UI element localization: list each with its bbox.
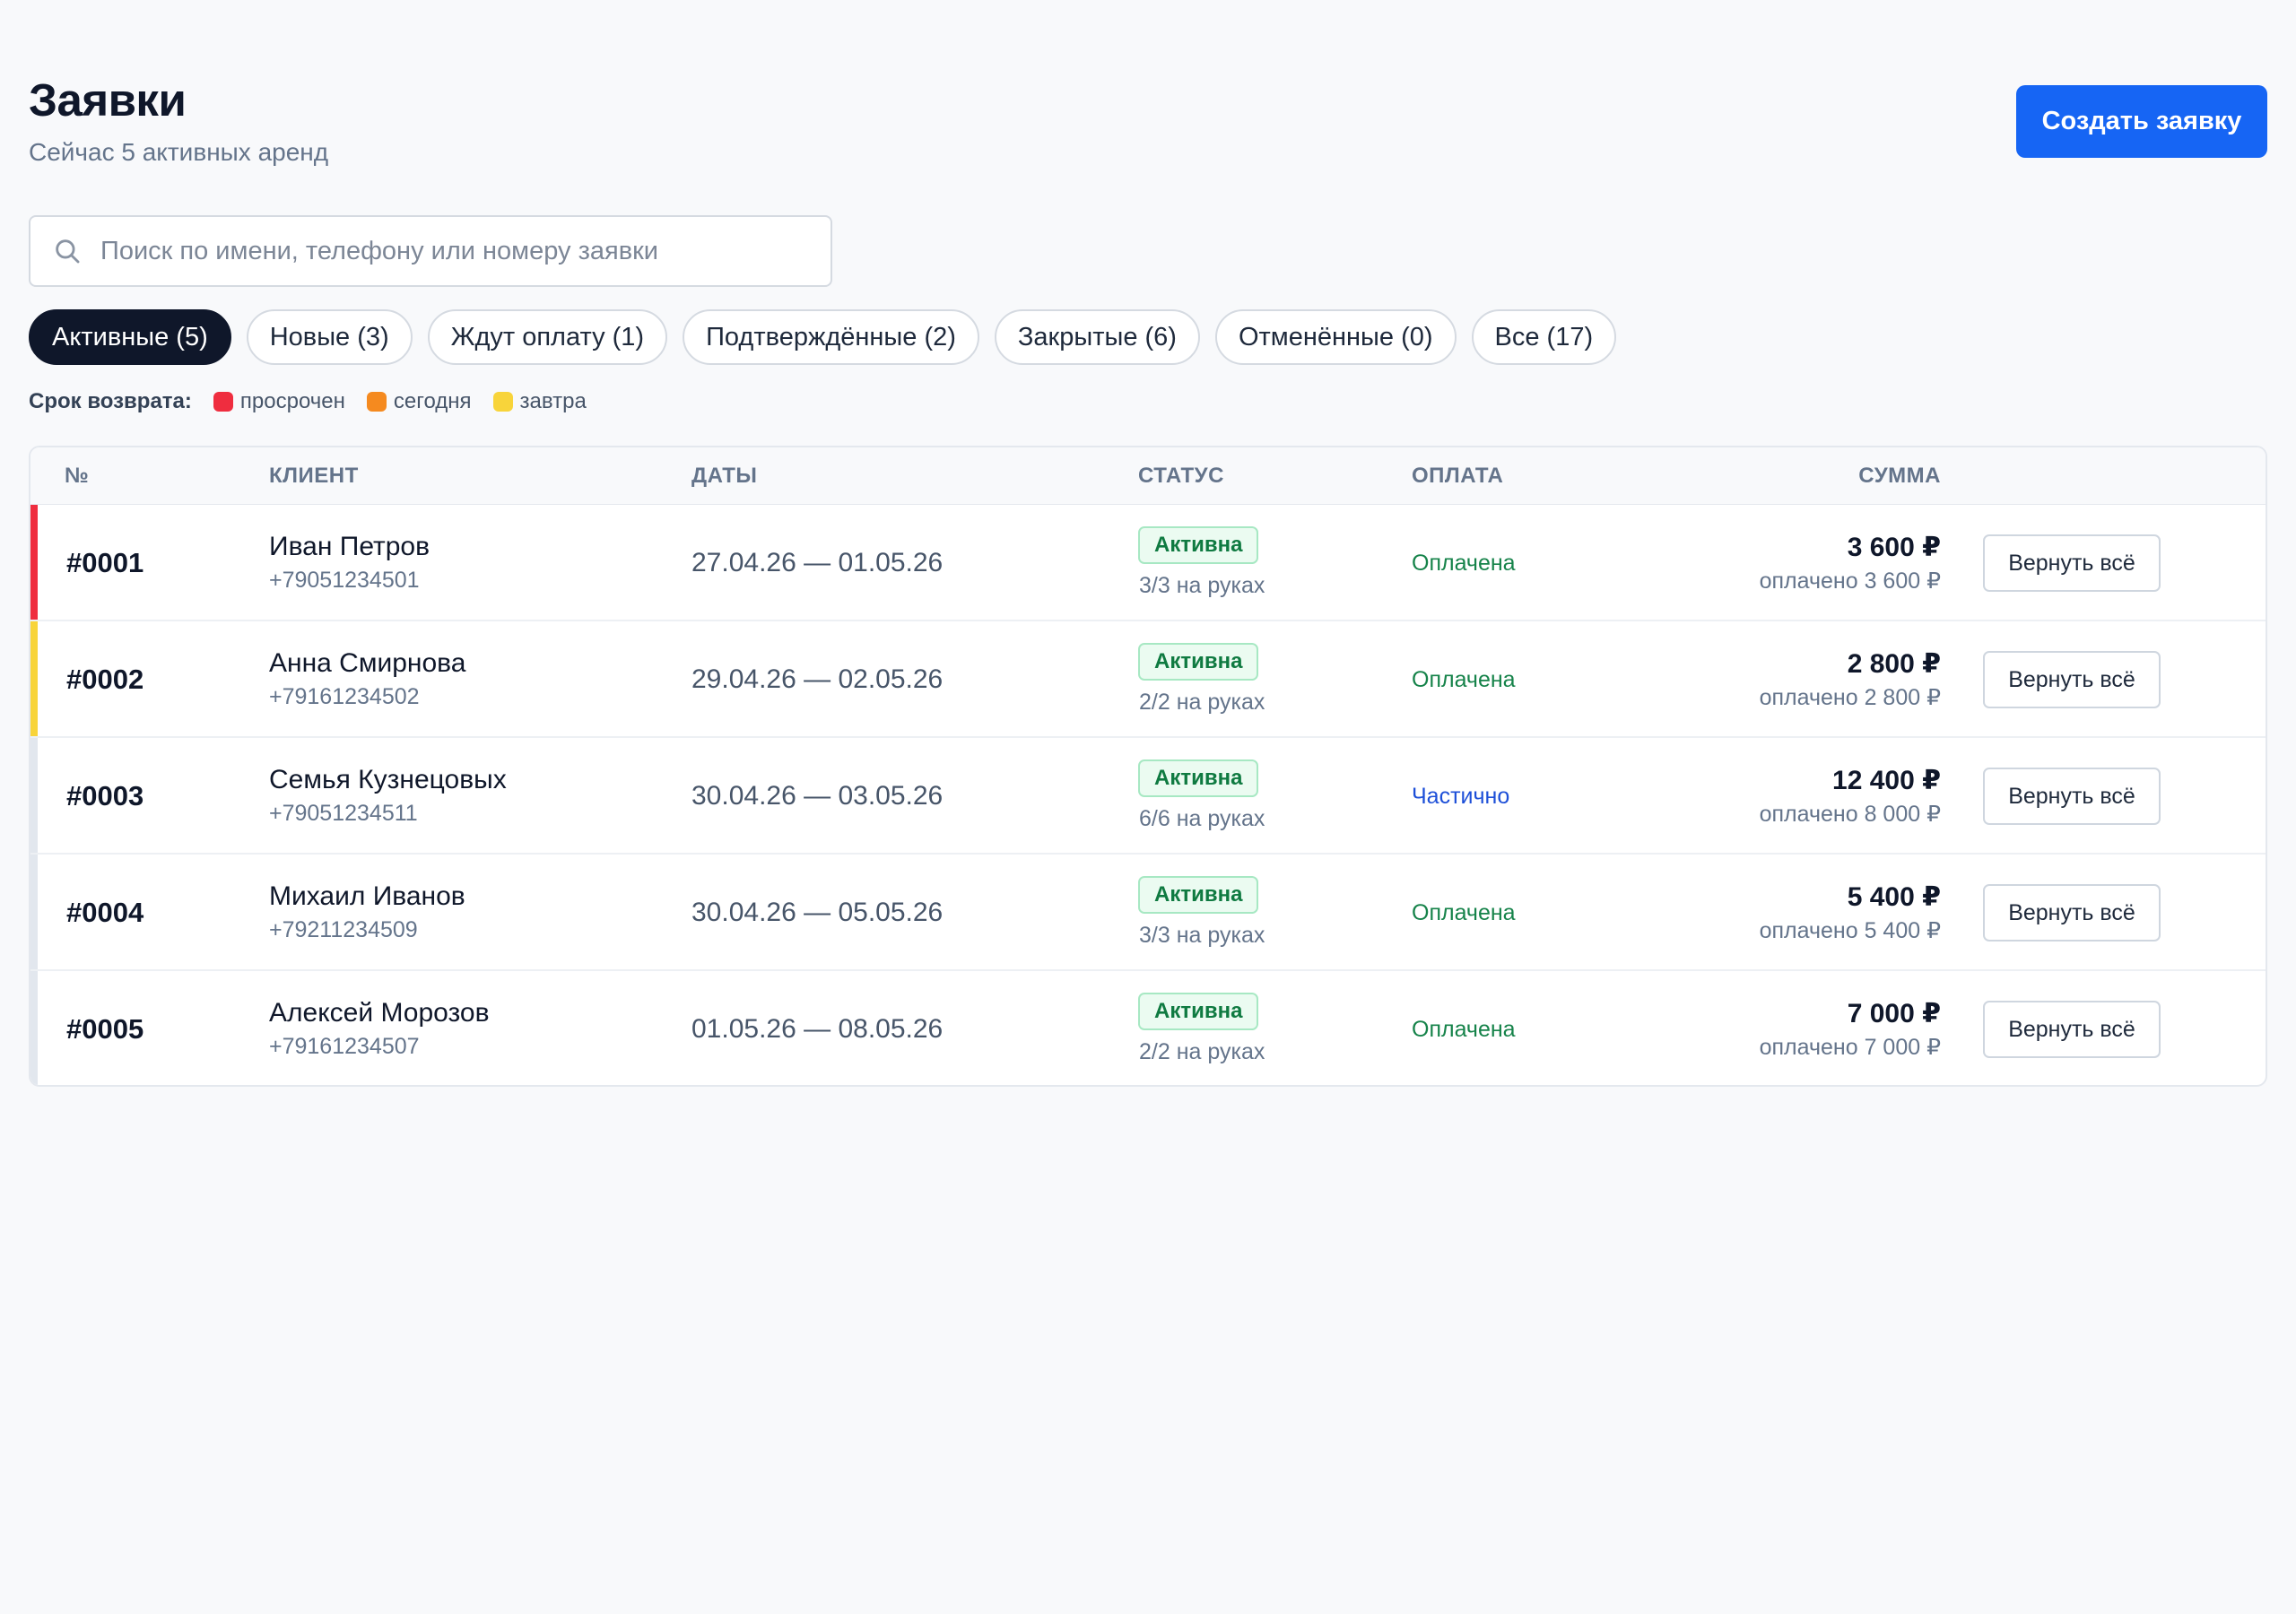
table-row[interactable]: #0001 Иван Петров +79051234501 27.04.26 … (30, 505, 2266, 621)
column-header-sum: СУММА (1858, 464, 1941, 488)
items-in-hand: 3/3 на руках (1139, 573, 1265, 598)
tab-new[interactable]: Новые (3) (246, 309, 413, 365)
client-phone: +79051234501 (269, 568, 420, 593)
column-header-dates: ДАТЫ (691, 464, 758, 488)
tab-closed[interactable]: Закрытые (6) (994, 309, 1200, 365)
client-name: Семья Кузнецовых (269, 765, 507, 794)
table-row[interactable]: #0004 Михаил Иванов +79211234509 30.04.2… (30, 855, 2266, 971)
create-request-button[interactable]: Создать заявку (2016, 85, 2267, 158)
return-all-button[interactable]: Вернуть всё (1983, 534, 2161, 592)
page: Заявки Сейчас 5 активных аренд Создать з… (0, 0, 2296, 1614)
page-header: Заявки Сейчас 5 активных аренд Создать з… (29, 72, 2267, 170)
status-badge: Активна (1138, 759, 1259, 797)
status-badge: Активна (1138, 526, 1259, 564)
return-all-button[interactable]: Вернуть всё (1983, 768, 2161, 825)
total-sum: 5 400 ₽ (1847, 882, 1941, 912)
rental-dates: 29.04.26 — 02.05.26 (691, 664, 944, 694)
legend-item-tomorrow: завтра (492, 389, 587, 414)
payment-status: Оплачена (1412, 667, 1516, 692)
legend-dot-tomorrow (492, 392, 513, 412)
legend-item-today: сегодня (366, 389, 472, 414)
return-all-button[interactable]: Вернуть всё (1983, 651, 2161, 708)
rental-dates: 30.04.26 — 05.05.26 (691, 898, 944, 927)
table-row[interactable]: #0005 Алексей Морозов +79161234507 01.05… (30, 971, 2266, 1085)
due-marker (30, 621, 38, 736)
page-title: Заявки (29, 74, 187, 126)
tab-awaiting-payment[interactable]: Ждут оплату (1) (427, 309, 668, 365)
total-sum: 7 000 ₽ (1847, 999, 1941, 1028)
client-name: Иван Петров (269, 532, 430, 561)
client-phone: +79161234507 (269, 1034, 420, 1059)
status-badge: Активна (1138, 993, 1259, 1030)
rental-dates: 01.05.26 — 08.05.26 (691, 1014, 944, 1044)
table-row[interactable]: #0003 Семья Кузнецовых +79051234511 30.0… (30, 738, 2266, 855)
column-header-client: КЛИЕНТ (269, 464, 359, 488)
table-row[interactable]: #0002 Анна Смирнова +79161234502 29.04.2… (30, 621, 2266, 738)
tab-cancelled[interactable]: Отменённые (0) (1214, 309, 1457, 365)
payment-status: Оплачена (1412, 900, 1516, 925)
search-input[interactable] (100, 236, 831, 266)
legend-dot-today (366, 392, 387, 412)
request-number: #0002 (66, 664, 144, 695)
items-in-hand: 3/3 на руках (1139, 923, 1265, 948)
total-sum: 12 400 ₽ (1832, 766, 1941, 795)
due-marker (30, 855, 38, 969)
legend-label: сегодня (393, 389, 472, 413)
column-header-status: СТАТУС (1138, 464, 1224, 488)
due-legend: Срок возврата: просрочен сегодня завтра (29, 386, 608, 418)
page-subtitle: Сейчас 5 активных аренд (29, 138, 329, 166)
total-sum: 3 600 ₽ (1847, 533, 1941, 562)
payment-status: Оплачена (1412, 551, 1516, 576)
legend-label: просрочен (239, 389, 345, 413)
legend-item-overdue: просрочен (213, 389, 345, 414)
legend-dot-overdue (213, 392, 233, 412)
filter-tabs: Активные (5) Новые (3) Ждут оплату (1) П… (29, 309, 1617, 365)
legend-title: Срок возврата: (29, 389, 192, 413)
due-marker (30, 971, 38, 1085)
payment-status: Частично (1412, 784, 1510, 809)
request-number: #0004 (66, 897, 144, 928)
tab-all[interactable]: Все (17) (1471, 309, 1617, 365)
items-in-hand: 6/6 на руках (1139, 806, 1265, 831)
tab-confirmed[interactable]: Подтверждённые (2) (683, 309, 979, 365)
client-name: Алексей Морозов (269, 998, 490, 1028)
due-marker (30, 505, 38, 620)
status-badge: Активна (1138, 643, 1259, 681)
rental-dates: 27.04.26 — 01.05.26 (691, 548, 944, 577)
client-phone: +79211234509 (269, 917, 418, 942)
paid-amount: оплачено 8 000 ₽ (1759, 802, 1941, 827)
payment-status: Оплачена (1412, 1017, 1516, 1042)
legend-label: завтра (519, 389, 587, 413)
return-all-button[interactable]: Вернуть всё (1983, 884, 2161, 941)
tab-active[interactable]: Активные (5) (29, 309, 231, 365)
paid-amount: оплачено 2 800 ₽ (1759, 685, 1941, 710)
items-in-hand: 2/2 на руках (1139, 1039, 1265, 1064)
request-number: #0005 (66, 1013, 144, 1045)
search-icon (56, 239, 80, 264)
column-header-number: № (65, 464, 90, 488)
search-box[interactable] (29, 215, 832, 287)
paid-amount: оплачено 3 600 ₽ (1759, 568, 1941, 594)
client-name: Михаил Иванов (269, 881, 465, 911)
client-name: Анна Смирнова (269, 648, 466, 678)
requests-table: № КЛИЕНТ ДАТЫ СТАТУС ОПЛАТА СУММА #0001 … (29, 446, 2267, 1087)
column-header-payment: ОПЛАТА (1412, 464, 1504, 488)
due-marker (30, 738, 38, 853)
total-sum: 2 800 ₽ (1847, 649, 1941, 679)
paid-amount: оплачено 5 400 ₽ (1759, 918, 1941, 943)
items-in-hand: 2/2 на руках (1139, 690, 1265, 715)
paid-amount: оплачено 7 000 ₽ (1759, 1035, 1941, 1060)
request-number: #0001 (66, 547, 144, 578)
return-all-button[interactable]: Вернуть всё (1983, 1001, 2161, 1058)
rental-dates: 30.04.26 — 03.05.26 (691, 781, 944, 811)
status-badge: Активна (1138, 876, 1259, 914)
client-phone: +79161234502 (269, 684, 420, 709)
client-phone: +79051234511 (269, 801, 418, 826)
table-header: № КЛИЕНТ ДАТЫ СТАТУС ОПЛАТА СУММА (30, 447, 2266, 505)
request-number: #0003 (66, 780, 144, 811)
